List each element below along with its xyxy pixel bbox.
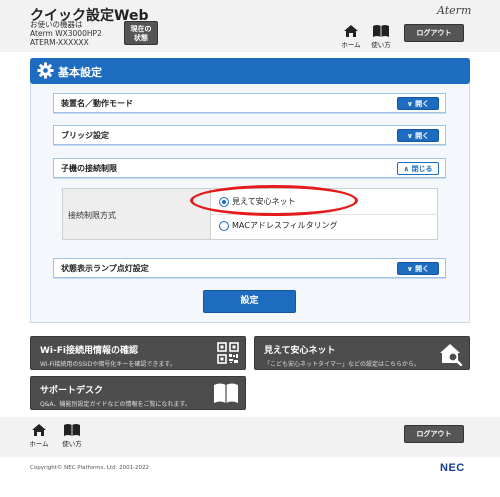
gear-icon	[37, 62, 54, 79]
collapse-button[interactable]: ∧ 閉じる	[397, 162, 439, 175]
panel-title: 基本設定	[58, 66, 102, 79]
home-label: ホーム	[341, 41, 361, 49]
toggle-label: 開く	[415, 132, 430, 140]
section-device-name-mode[interactable]: 装置名／動作モード ∨ 開く	[53, 93, 446, 113]
radio-unselected[interactable]	[219, 220, 229, 231]
book-icon	[64, 424, 80, 436]
house-search-icon	[440, 344, 463, 366]
copyright: Copyright© NEC Platforms, Ltd. 2001-2022	[30, 465, 150, 471]
tile-mieteanshin-net[interactable]: 見えて安心ネット 「こども安心ネットタイマー」などの設定はこちらから。	[254, 336, 470, 370]
model-info-line: お使いの機器は	[30, 20, 83, 29]
footer-logout-button[interactable]: ログアウト	[404, 425, 464, 443]
model-info: お使いの機器は Aterm WX3000HP2 ATERM-XXXXXX	[30, 20, 102, 47]
toggle-label: 開く	[415, 265, 430, 273]
tile-desc: Q&A、機能別設定ガイドなどの情報をご覧になれます。	[40, 401, 191, 408]
basic-settings-header: 基本設定	[30, 58, 470, 84]
model-info-id: ATERM-XXXXXX	[30, 38, 89, 47]
section-label: 装置名／動作モード	[61, 99, 133, 108]
header-bar: クイック設定Web お使いの機器は Aterm WX3000HP2 ATERM-…	[0, 0, 500, 52]
howto-nav[interactable]: 使い方	[368, 24, 394, 49]
section-client-connection-limit[interactable]: 子機の接続制限 ∧ 閉じる	[53, 158, 446, 178]
aterm-logo: Aterm	[437, 4, 472, 17]
toggle-label: 開く	[415, 100, 430, 108]
chevron-down-icon: ∨	[406, 132, 416, 140]
footer-home-nav[interactable]: ホーム	[26, 423, 52, 448]
home-nav[interactable]: ホーム	[338, 24, 364, 49]
footer-bar: ホーム 使い方 ログアウト	[0, 417, 500, 457]
tile-title: サポートデスク	[40, 386, 104, 396]
tile-title: Wi-Fi接続用情報の確認	[40, 346, 138, 356]
row-label-cell: 接続制限方式	[63, 189, 211, 239]
apply-button[interactable]: 設定	[203, 290, 296, 313]
nec-logo: NEC	[440, 462, 465, 474]
status-button-line2: 状態	[134, 34, 148, 42]
expand-button[interactable]: ∨ 開く	[397, 129, 439, 142]
toggle-label: 閉じる	[411, 165, 433, 173]
section-bridge[interactable]: ブリッジ設定 ∨ 開く	[53, 125, 446, 145]
expand-button[interactable]: ∨ 開く	[397, 262, 439, 275]
footer-howto-nav[interactable]: 使い方	[59, 423, 85, 448]
open-book-icon	[214, 383, 238, 403]
tile-desc: 「こども安心ネットタイマー」などの設定はこちらから。	[264, 361, 421, 368]
home-icon	[344, 25, 358, 37]
tile-desc: Wi-Fi接続用のSSIDや暗号化キーを確認できます。	[40, 361, 176, 368]
status-button-line1: 現在の	[130, 25, 152, 33]
home-label: ホーム	[29, 440, 49, 448]
book-icon	[373, 25, 389, 37]
current-status-button[interactable]: 現在の 状態	[124, 21, 158, 45]
qr-code-icon	[217, 342, 239, 364]
tile-support-desk[interactable]: サポートデスク Q&A、機能別設定ガイドなどの情報をご覧になれます。	[30, 376, 246, 410]
tile-wifi-info[interactable]: Wi-Fi接続用情報の確認 Wi-Fi接続用のSSIDや暗号化キーを確認できます…	[30, 336, 246, 370]
section-label: ブリッジ設定	[61, 131, 109, 140]
howto-label: 使い方	[371, 41, 391, 49]
logout-button[interactable]: ログアウト	[404, 24, 464, 42]
radio-option-mac-filtering[interactable]: MACアドレスフィルタリング	[219, 220, 338, 231]
howto-label: 使い方	[62, 440, 82, 448]
section-status-lamp[interactable]: 状態表示ランプ点灯設定 ∨ 開く	[53, 258, 446, 278]
model-info-model: Aterm WX3000HP2	[30, 29, 102, 38]
home-icon	[32, 424, 46, 436]
highlight-annotation	[190, 185, 358, 216]
radio-label: MACアドレスフィルタリング	[232, 221, 338, 230]
section-label: 子機の接続制限	[61, 164, 117, 173]
chevron-down-icon: ∨	[406, 265, 416, 273]
section-label: 状態表示ランプ点灯設定	[61, 264, 149, 273]
chevron-down-icon: ∨	[406, 100, 416, 108]
chevron-up-icon: ∧	[403, 165, 412, 173]
tile-title: 見えて安心ネット	[264, 346, 336, 356]
expand-button[interactable]: ∨ 開く	[397, 97, 439, 110]
connection-limit-method-label: 接続制限方式	[68, 211, 116, 220]
